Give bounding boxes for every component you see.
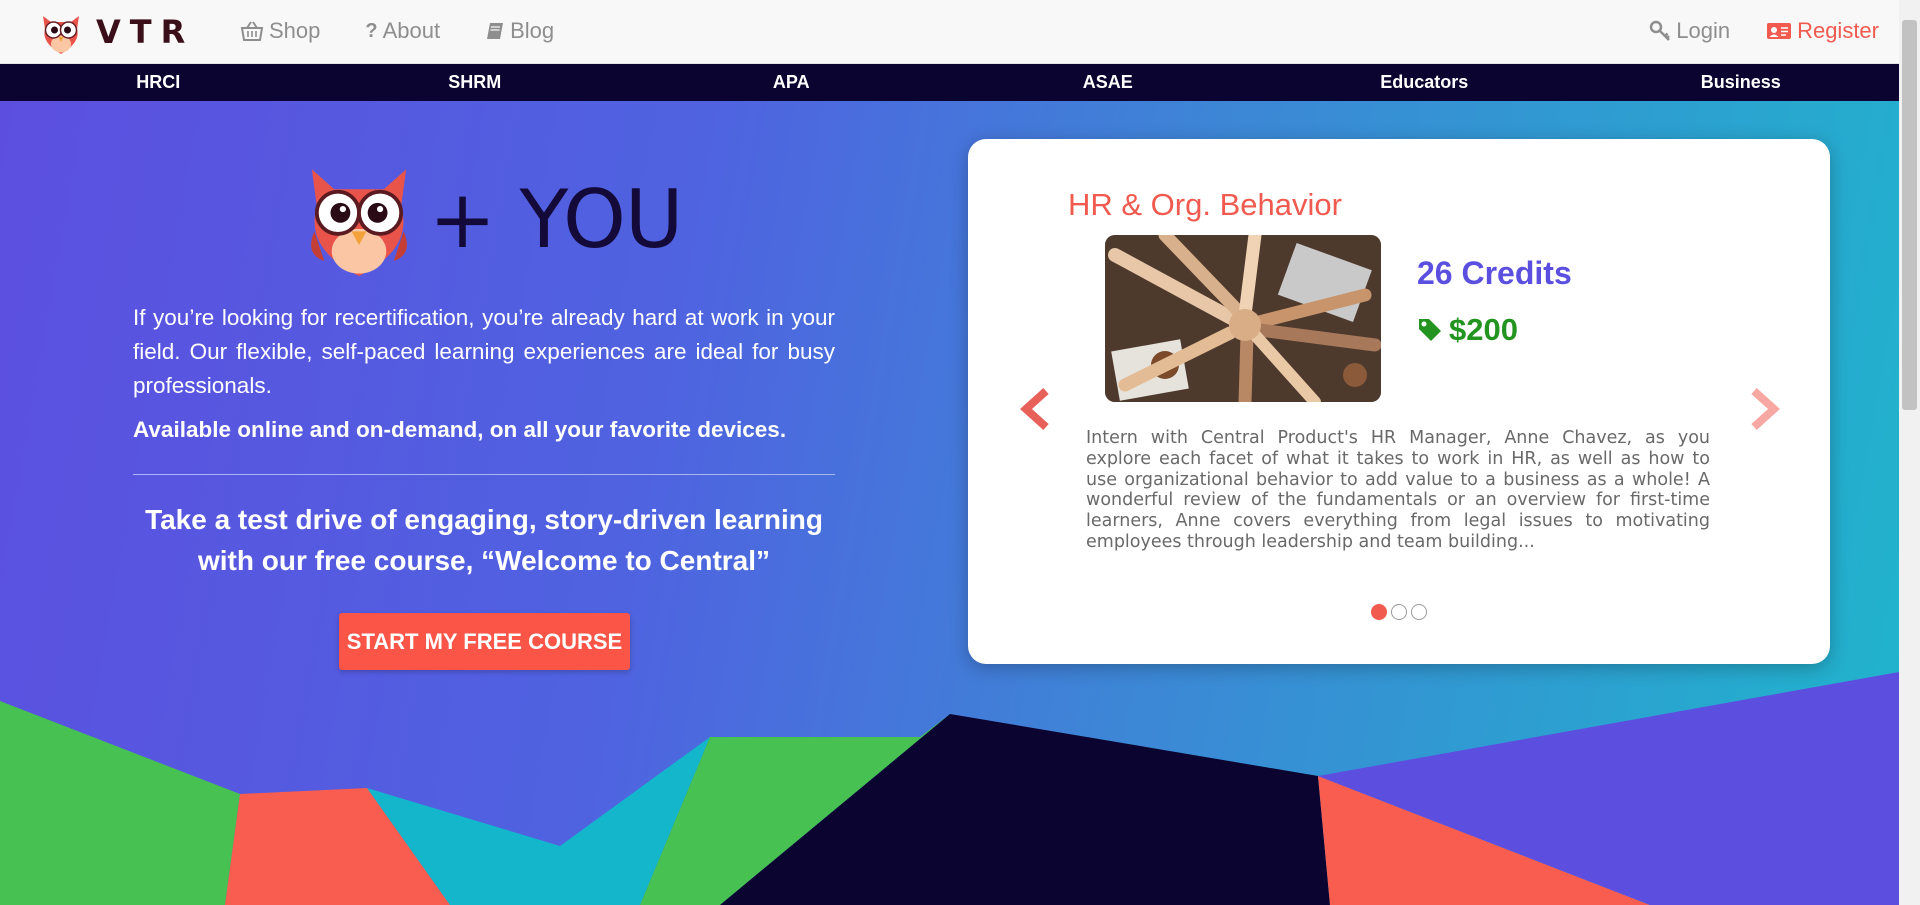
nav-about[interactable]: ? About: [365, 18, 440, 44]
plus-you-text: + YOU: [429, 172, 683, 266]
course-image[interactable]: [1105, 235, 1381, 402]
course-description: Intern with Central Product's HR Manager…: [1086, 428, 1710, 552]
owl-plus-you-headline: + YOU: [297, 157, 683, 281]
course-price: $200: [1417, 312, 1518, 348]
nav-shop-label: Shop: [269, 18, 321, 43]
chevron-right-icon: [1751, 388, 1780, 430]
chevron-left-icon: [1020, 388, 1049, 430]
carousel-indicators: [1371, 604, 1427, 620]
course-carousel: HR & Org. Behavior 26 Credits $200 Inter…: [968, 139, 1830, 664]
key-icon: [1649, 20, 1671, 41]
nav-about-label: About: [382, 18, 441, 43]
site-logo[interactable]: VTR: [36, 7, 194, 57]
price-tag-icon: [1419, 319, 1441, 341]
register-link[interactable]: Register: [1766, 18, 1879, 44]
course-title[interactable]: HR & Org. Behavior: [1068, 187, 1342, 223]
owl-logo-icon: [43, 16, 79, 54]
register-label: Register: [1797, 18, 1879, 43]
account-nav: Login Register: [1649, 18, 1879, 44]
nav-blog[interactable]: Blog: [485, 18, 554, 44]
carousel-dot-2[interactable]: [1391, 604, 1407, 620]
book-icon: [487, 23, 504, 39]
page-scrollbar[interactable]: [1899, 0, 1920, 905]
scrollbar-thumb[interactable]: [1902, 20, 1917, 410]
carousel-dot-1[interactable]: [1371, 604, 1387, 620]
carousel-next-button[interactable]: [1746, 387, 1782, 431]
free-course-pitch: Take a test drive of engaging, story-dri…: [145, 504, 823, 576]
divider: [133, 474, 835, 475]
cert-asae[interactable]: ASAE: [950, 64, 1267, 101]
main-nav: Shop ? About Blog: [240, 18, 554, 44]
nav-shop[interactable]: Shop: [240, 18, 320, 44]
logo-text: VTR: [96, 13, 195, 51]
price-value: $200: [1449, 312, 1518, 347]
start-free-course-button[interactable]: START MY FREE COURSE: [339, 613, 630, 670]
certification-nav: HRCI SHRM APA ASAE Educators Business: [0, 64, 1899, 101]
carousel-prev-button[interactable]: [1018, 387, 1054, 431]
question-icon: ?: [365, 19, 378, 42]
carousel-dot-3[interactable]: [1411, 604, 1427, 620]
course-credits: 26 Credits: [1417, 255, 1572, 291]
cert-apa[interactable]: APA: [633, 64, 950, 101]
nav-blog-label: Blog: [510, 18, 555, 43]
hero-section: + YOU If you’re looking for recertificat…: [0, 101, 1899, 905]
basket-icon: [240, 21, 264, 41]
cert-hrci[interactable]: HRCI: [0, 64, 317, 101]
login-link[interactable]: Login: [1649, 18, 1730, 44]
cert-shrm[interactable]: SHRM: [317, 64, 634, 101]
owl-mascot-icon: [311, 169, 407, 277]
login-label: Login: [1676, 18, 1731, 43]
id-card-icon: [1767, 23, 1792, 39]
intro-paragraph: If you’re looking for recertification, y…: [133, 305, 835, 398]
availability-text: Available online and on-demand, on all y…: [133, 417, 787, 442]
cert-educators[interactable]: Educators: [1266, 64, 1583, 101]
cert-business[interactable]: Business: [1583, 64, 1900, 101]
top-navbar: VTR Shop ? About Blog Login Register: [0, 0, 1899, 64]
